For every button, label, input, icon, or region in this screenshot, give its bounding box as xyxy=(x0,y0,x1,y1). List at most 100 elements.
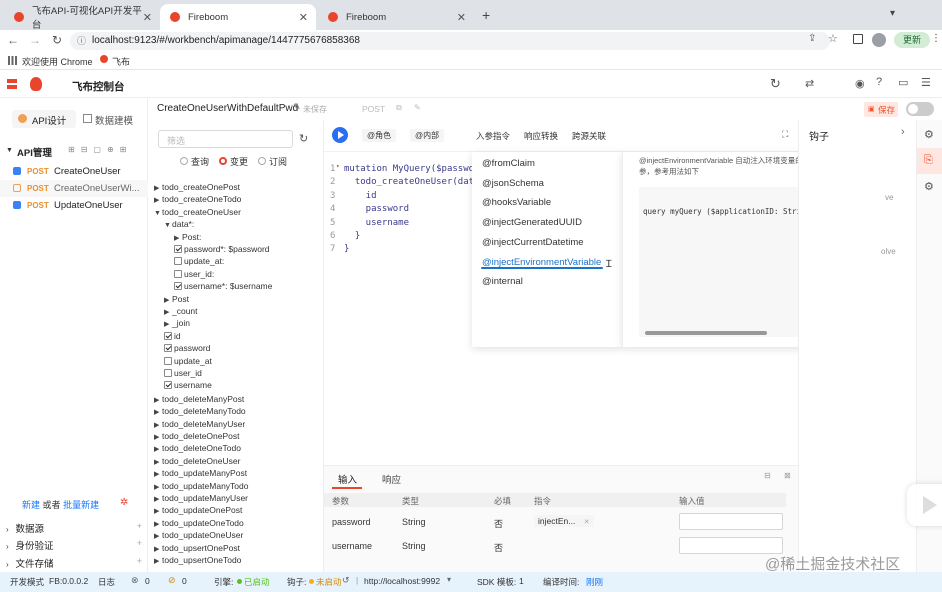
close-icon[interactable]: ✕ xyxy=(299,11,308,24)
close-panel-icon[interactable]: ⊠ xyxy=(784,471,791,480)
batch-new-link[interactable]: 批量新建 xyxy=(63,500,99,510)
tree-operation[interactable]: ▶ todo_updateManyTodo xyxy=(154,481,249,491)
bookmark-item[interactable]: 飞布 xyxy=(112,55,130,68)
checkbox[interactable] xyxy=(164,344,172,353)
caret-down-icon[interactable]: ▼ xyxy=(154,210,162,217)
tree-arg-field[interactable]: ▶ Post: xyxy=(174,232,201,242)
checkbox[interactable] xyxy=(174,269,182,278)
apps-grid-icon[interactable] xyxy=(8,56,17,65)
radio-subscription[interactable] xyxy=(258,157,266,165)
restart-icon[interactable]: ↺ xyxy=(342,575,350,586)
caret-right-icon[interactable]: ▶ xyxy=(154,532,162,540)
role-directive-button[interactable]: @角色 xyxy=(362,129,397,142)
back-icon[interactable]: ← xyxy=(2,33,24,47)
radio-query[interactable] xyxy=(180,157,188,165)
refresh-icon[interactable]: ↻ xyxy=(299,132,308,145)
bookmark-star-icon[interactable]: ☆ xyxy=(828,32,838,45)
filter-input[interactable]: 筛选 xyxy=(158,130,293,148)
minimize-icon[interactable]: ▾ xyxy=(890,8,895,19)
caret-right-icon[interactable]: ▶ xyxy=(154,445,162,453)
caret-down-icon[interactable]: ▼ xyxy=(164,222,172,229)
tab-api-design[interactable]: API设计 xyxy=(12,110,76,128)
github-icon[interactable]: ◉ xyxy=(855,77,865,90)
close-icon[interactable]: ✕ xyxy=(457,11,466,24)
checkbox[interactable] xyxy=(164,331,172,340)
tree-operation[interactable]: ▶ todo_upsertOneTodo xyxy=(154,555,241,565)
section-storage[interactable]: › 文件存储 + xyxy=(6,556,142,570)
caret-right-icon[interactable]: ▶ xyxy=(154,408,162,416)
tree-field[interactable]: update_at xyxy=(164,356,212,366)
new-api-link[interactable]: 新建 xyxy=(22,500,40,510)
horizontal-scrollbar[interactable] xyxy=(645,331,767,335)
tree-operation[interactable]: ▶ todo_deleteManyUser xyxy=(154,419,245,429)
tree-arg-field[interactable]: username*: $username xyxy=(174,281,272,291)
more-menu-icon[interactable]: ⋮ xyxy=(931,33,941,44)
tree-relation[interactable]: ▶ Post xyxy=(164,294,189,304)
value-input[interactable] xyxy=(679,537,783,554)
toggle-switch[interactable] xyxy=(906,102,934,116)
code-editor[interactable]: 1 ▾ mutation MyQuery($passwor 2 todo_create… xyxy=(324,158,479,458)
close-icon[interactable]: ✕ xyxy=(143,11,152,24)
browser-tab-1[interactable]: 飞布API-可视化API开发平台 ✕ xyxy=(4,4,160,31)
directive-option[interactable]: @internal xyxy=(482,276,523,287)
tab-input[interactable]: 输入 xyxy=(338,472,357,486)
tree-arg-field[interactable]: user_id: xyxy=(174,269,214,279)
checkbox[interactable] xyxy=(164,369,172,377)
add-icon[interactable]: + xyxy=(137,521,142,531)
add-icon[interactable]: + xyxy=(137,538,142,548)
section-toolbar-icons[interactable]: ⊞⊟▢⊕⊞ xyxy=(68,145,132,154)
tab-response[interactable]: 响应 xyxy=(382,472,401,486)
edit-icon[interactable]: ✎ xyxy=(414,103,421,112)
cross-source-button[interactable]: 跨源关联 xyxy=(572,130,606,142)
caret-right-icon[interactable]: ▶ xyxy=(154,421,162,429)
section-datasource[interactable]: › 数据源 + xyxy=(6,521,142,535)
log-button[interactable]: 日志 xyxy=(98,576,115,588)
tree-operation[interactable]: ▶ todo_deleteManyTodo xyxy=(154,406,246,416)
help-icon[interactable]: ? xyxy=(876,76,882,88)
settings-gear-icon[interactable]: ✲ xyxy=(120,497,128,508)
tree-operation[interactable]: ▶ todo_updateManyUser xyxy=(154,493,248,503)
directive-option[interactable]: @injectEnvironmentVariable xyxy=(482,257,601,268)
chevron-down-icon[interactable]: ▾ xyxy=(447,575,451,584)
caret-right-icon[interactable]: ▶ xyxy=(154,507,162,515)
close-icon[interactable]: ✕ xyxy=(584,519,590,526)
tree-arg-field[interactable]: update_at: xyxy=(174,256,224,266)
checkbox[interactable] xyxy=(164,381,172,390)
warning-count[interactable]: 0 xyxy=(182,576,187,586)
tree-field[interactable]: username xyxy=(164,380,212,390)
server-url[interactable]: http://localhost:9992 xyxy=(364,576,440,586)
caret-right-icon[interactable]: ▶ xyxy=(154,495,162,503)
add-icon[interactable]: + xyxy=(137,556,142,566)
response-transform-button[interactable]: 响应转换 xyxy=(524,130,558,142)
refresh-icon[interactable]: ↻ xyxy=(770,76,781,92)
expand-icon[interactable]: ⛶ xyxy=(782,129,788,140)
api-settings-icon[interactable]: ⚙ xyxy=(924,128,934,141)
caret-right-icon[interactable]: ▶ xyxy=(154,470,162,478)
edit-pencil-icon[interactable]: ✎ xyxy=(293,102,301,113)
run-button[interactable] xyxy=(332,127,348,143)
tree-operation[interactable]: ▶ todo_updateOneTodo xyxy=(154,518,244,528)
caret-right-icon[interactable]: ▶ xyxy=(164,296,172,304)
caret-right-icon[interactable]: ▶ xyxy=(154,196,162,204)
tree-field[interactable]: user_id xyxy=(164,368,202,378)
directive-tag[interactable]: injectEn... ✕ xyxy=(534,515,594,527)
forward-icon[interactable]: → xyxy=(24,33,46,47)
caret-right-icon[interactable]: ▶ xyxy=(154,396,162,404)
update-button[interactable]: 更新 xyxy=(894,32,930,48)
tree-relation[interactable]: ▶ _join xyxy=(164,318,190,328)
chat-icon[interactable]: ☰ xyxy=(921,76,931,89)
tree-operation[interactable]: ▶ todo_deleteManyPost xyxy=(154,394,244,404)
tree-operation[interactable]: ▶ todo_createOnePost xyxy=(154,182,240,192)
tree-operation[interactable]: ▶ todo_deleteOneUser xyxy=(154,456,240,466)
api-list-item[interactable]: POST CreateOneUser xyxy=(0,163,148,180)
floating-play-button[interactable] xyxy=(907,484,942,526)
minimize-panel-icon[interactable]: ⊟ xyxy=(764,471,771,480)
site-info-icon[interactable]: ⓘ xyxy=(77,32,86,50)
directive-option[interactable]: @injectCurrentDatetime xyxy=(482,237,584,248)
tree-operation[interactable]: ▶ todo_deleteOnePost xyxy=(154,431,240,441)
tab-data-modeling[interactable]: 数据建模 xyxy=(80,110,144,128)
sidebar-toggle-icon[interactable] xyxy=(853,34,863,44)
checkbox[interactable] xyxy=(164,356,172,365)
caret-right-icon[interactable]: ▶ xyxy=(154,184,162,192)
value-input[interactable] xyxy=(679,513,783,530)
